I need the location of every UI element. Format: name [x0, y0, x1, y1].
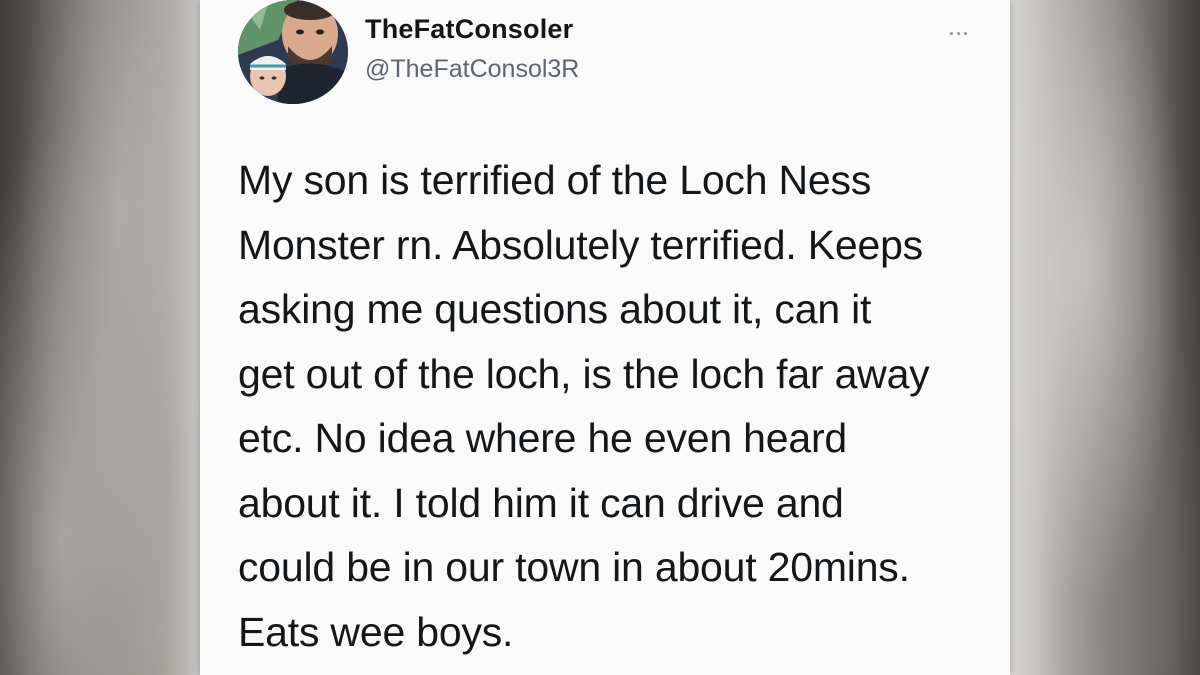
tweet-text-line: etc. No idea where he even heard — [238, 415, 848, 461]
avatar[interactable] — [238, 0, 348, 104]
tweet-text-line: could be in our town in about 20mins. — [238, 544, 910, 590]
more-options-dot — [963, 31, 967, 35]
tweet-body: My son is terrified of the Loch Ness Mon… — [238, 148, 998, 664]
author-display-name[interactable]: TheFatConsoler — [365, 14, 573, 45]
tweet-text-line: Monster rn. Absolutely terrified. Keeps — [238, 221, 923, 268]
more-options-button[interactable] — [938, 22, 978, 44]
tweet-card: TheFatConsoler @TheFatConsol3R My son is… — [200, 0, 1010, 675]
tweet-text-line: asking me questions about it, can it — [238, 286, 872, 332]
more-options-icon — [949, 31, 953, 35]
tweet-text-line: My son is terrified of the Loch Ness — [238, 157, 872, 203]
tweet-text-line: Eats wee boys. — [238, 608, 514, 655]
profile-photo-icon — [238, 0, 348, 104]
more-options-dot — [956, 31, 960, 35]
author-handle[interactable]: @TheFatConsol3R — [365, 55, 579, 84]
blurred-background-right — [1010, 0, 1200, 675]
blurred-background-left — [0, 0, 200, 675]
tweet-text-line: about it. I told him it can drive and — [238, 479, 844, 526]
tweet-text-line: get out of the loch, is the loch far awa… — [238, 350, 930, 397]
